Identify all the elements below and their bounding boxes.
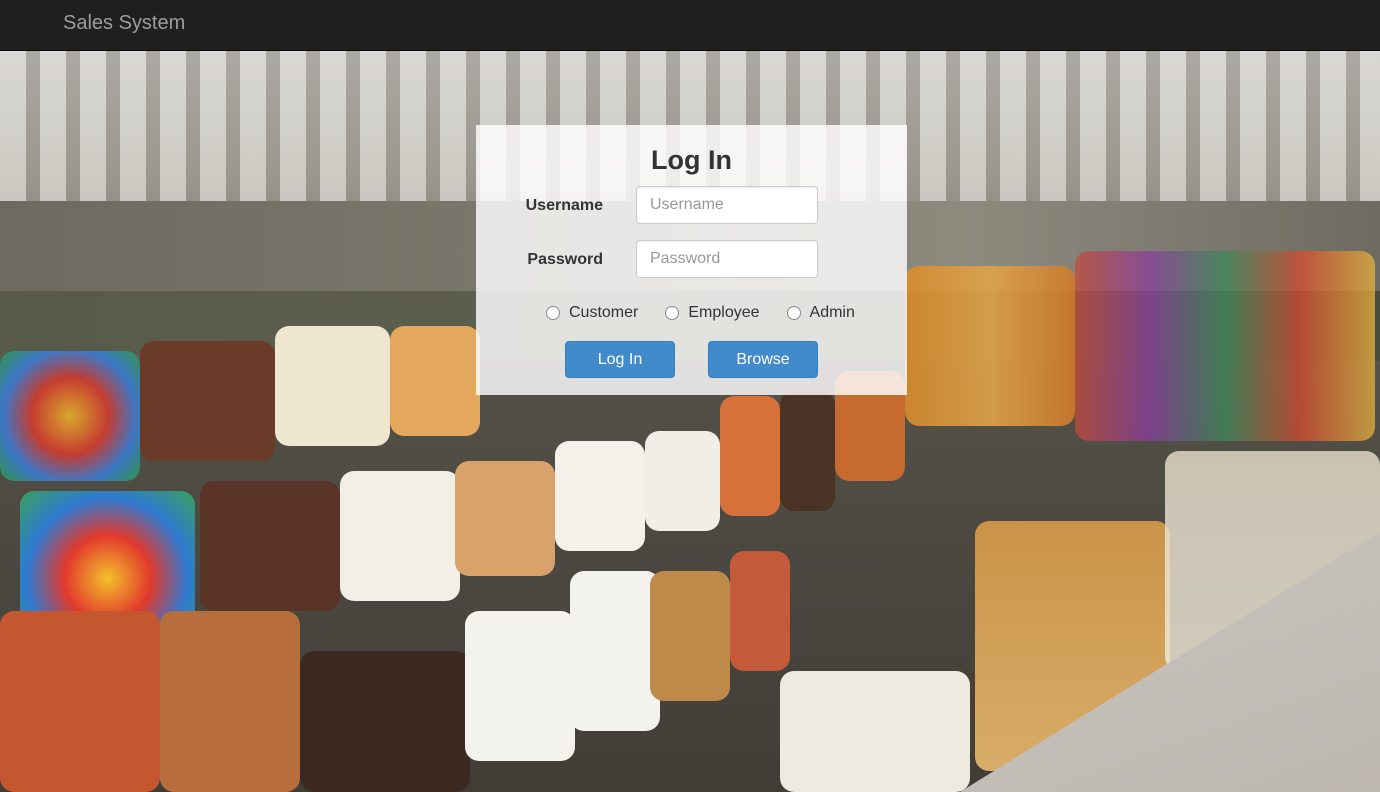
role-option-customer[interactable]: Customer xyxy=(546,304,638,322)
radio-label-admin: Admin xyxy=(809,304,855,321)
radio-label-customer: Customer xyxy=(569,304,639,321)
role-radio-group: Customer Employee Admin xyxy=(546,302,882,324)
login-panel: Log In Username Password Customer Employ… xyxy=(476,125,907,395)
username-label: Username xyxy=(525,197,603,214)
radio-button-employee[interactable] xyxy=(665,306,680,320)
navbar: Sales System xyxy=(0,0,1380,51)
radio-button-admin[interactable] xyxy=(786,306,801,320)
role-option-employee[interactable]: Employee xyxy=(665,304,760,322)
login-button[interactable]: Log In xyxy=(565,341,675,378)
username-input[interactable] xyxy=(636,186,818,224)
radio-label-employee: Employee xyxy=(688,304,760,321)
role-option-admin[interactable]: Admin xyxy=(786,304,855,322)
password-input[interactable] xyxy=(636,240,818,278)
browse-button[interactable]: Browse xyxy=(708,341,818,378)
login-title: Log In xyxy=(651,145,732,175)
password-label: Password xyxy=(527,251,603,268)
brand-link[interactable]: Sales System xyxy=(63,12,185,35)
radio-button-customer[interactable] xyxy=(546,306,560,320)
